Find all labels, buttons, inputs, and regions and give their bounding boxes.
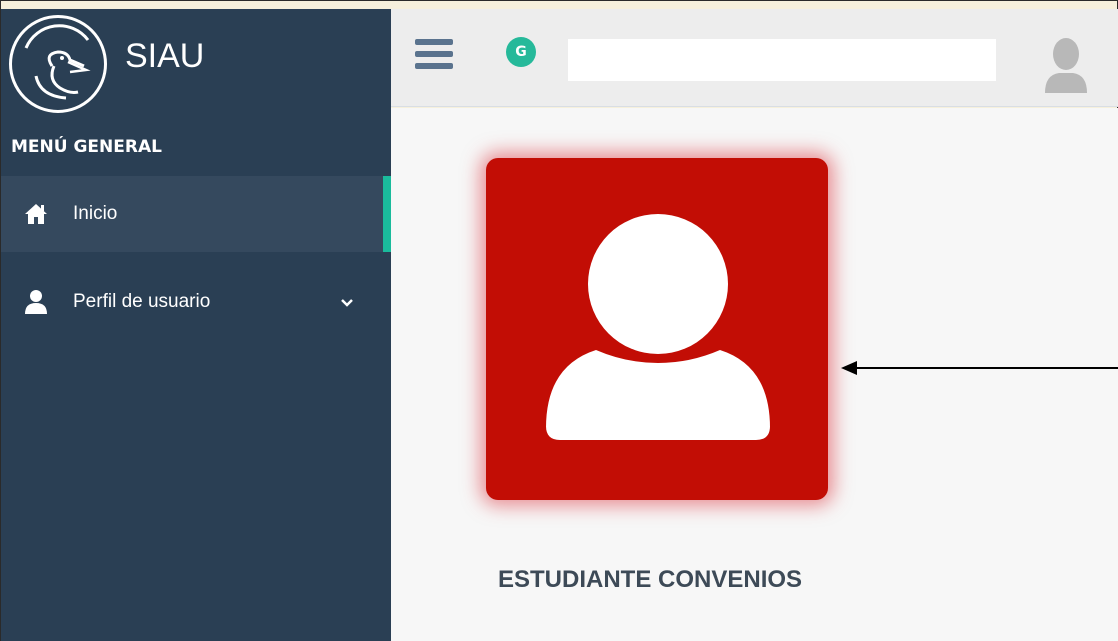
arrow-pointer-icon <box>841 361 1118 375</box>
sidebar-item-label: Inicio <box>73 203 118 224</box>
app-brand-name: SIAU <box>125 37 205 75</box>
tile-label: ESTUDIANTE CONVENIOS <box>498 566 803 593</box>
app-frame: SIAU MENÚ GENERAL Inicio Perfil de usuar… <box>0 0 1118 641</box>
menu-heading: MENÚ GENERAL <box>11 137 162 157</box>
logo-area[interactable]: SIAU <box>1 9 391 121</box>
sidebar-item-inicio[interactable]: Inicio <box>1 176 391 252</box>
sidebar-item-label: Perfil de usuario <box>73 291 211 312</box>
main-content: ESTUDIANTE CONVENIOS <box>391 108 1118 641</box>
chevron-down-icon[interactable] <box>338 293 356 311</box>
sidebar: SIAU MENÚ GENERAL Inicio Perfil de usuar… <box>1 9 391 641</box>
hamburger-menu-icon[interactable] <box>415 39 453 73</box>
user-profile-icon <box>546 214 770 440</box>
student-profile-tile[interactable] <box>486 158 828 500</box>
sidebar-item-perfil[interactable]: Perfil de usuario <box>1 264 391 340</box>
unillanos-logo-icon <box>9 15 107 113</box>
home-icon <box>23 201 49 227</box>
user-icon <box>23 289 49 315</box>
user-avatar-icon[interactable] <box>1041 35 1091 93</box>
user-initial-badge[interactable]: G <box>506 37 536 67</box>
search-input[interactable] <box>568 39 996 81</box>
top-nav-bar: G <box>391 9 1118 107</box>
